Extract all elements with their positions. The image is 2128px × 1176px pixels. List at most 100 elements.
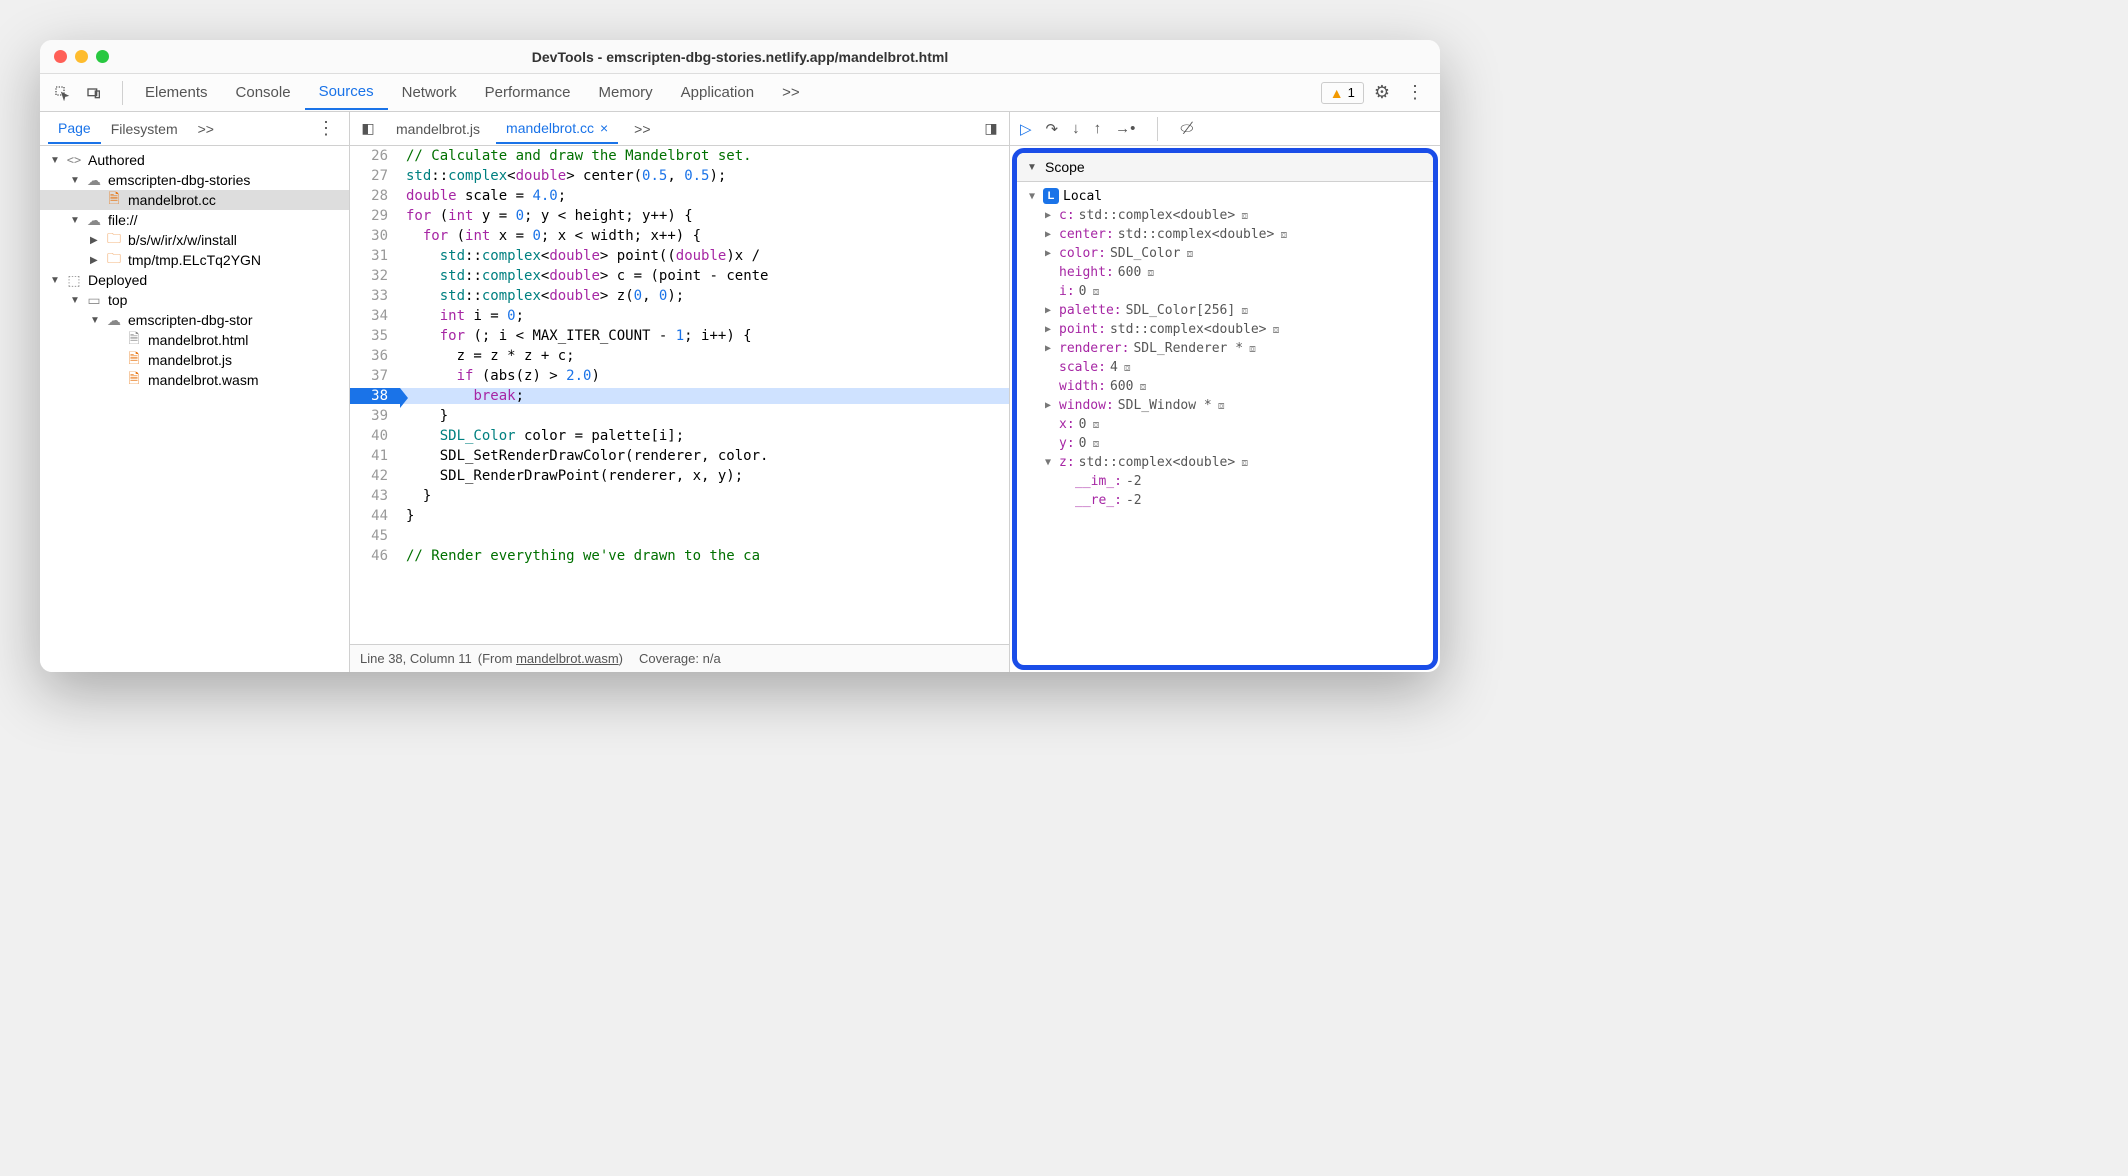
scope-local[interactable]: ▼ L Local xyxy=(1017,186,1433,206)
tab-filesystem[interactable]: Filesystem xyxy=(101,115,188,143)
code-line[interactable]: 44} xyxy=(350,506,1009,526)
scope-variable[interactable]: y: 0⧈ xyxy=(1017,434,1433,453)
expand-icon[interactable]: ▶ xyxy=(1045,248,1055,259)
expand-icon[interactable]: ▶ xyxy=(1045,210,1055,221)
scope-variable[interactable]: ▶center: std::complex<double>⧈ xyxy=(1017,225,1433,244)
line-number[interactable]: 46 xyxy=(350,548,400,564)
memory-icon[interactable]: ⧈ xyxy=(1241,456,1248,470)
source-map-link[interactable]: mandelbrot.wasm xyxy=(516,651,619,666)
memory-icon[interactable]: ⧈ xyxy=(1273,323,1280,337)
code-line[interactable]: 40 SDL_Color color = palette[i]; xyxy=(350,426,1009,446)
line-number[interactable]: 45 xyxy=(350,528,400,544)
tree-top[interactable]: ▼▭top xyxy=(40,290,349,310)
memory-icon[interactable]: ⧈ xyxy=(1218,399,1225,413)
line-number[interactable]: 35 xyxy=(350,328,400,344)
line-number[interactable]: 29 xyxy=(350,208,400,224)
memory-icon[interactable]: ⧈ xyxy=(1249,342,1256,356)
line-number[interactable]: 28 xyxy=(350,188,400,204)
code-line[interactable]: 29for (int y = 0; y < height; y++) { xyxy=(350,206,1009,226)
scope-variable[interactable]: width: 600⧈ xyxy=(1017,377,1433,396)
code-line[interactable]: 38 break; xyxy=(350,386,1009,406)
expand-icon[interactable]: ▶ xyxy=(1045,229,1055,240)
line-number[interactable]: 33 xyxy=(350,288,400,304)
expand-icon[interactable]: ▶ xyxy=(1045,324,1055,335)
tab-sources[interactable]: Sources xyxy=(305,75,388,110)
code-line[interactable]: 30 for (int x = 0; x < width; x++) { xyxy=(350,226,1009,246)
minimize-window-button[interactable] xyxy=(75,50,88,63)
settings-icon[interactable]: ⚙ xyxy=(1374,82,1390,103)
line-number[interactable]: 26 xyxy=(350,148,400,164)
tree-deployed[interactable]: ▼⬚Deployed xyxy=(40,270,349,290)
memory-icon[interactable]: ⧈ xyxy=(1280,228,1287,242)
line-number[interactable]: 41 xyxy=(350,448,400,464)
line-number[interactable]: 40 xyxy=(350,428,400,444)
scope-variable[interactable]: ▶renderer: SDL_Renderer *⧈ xyxy=(1017,339,1433,358)
scope-variable[interactable]: ▶color: SDL_Color⧈ xyxy=(1017,244,1433,263)
navigator-menu-icon[interactable]: ⋮ xyxy=(317,118,335,139)
step-over-icon[interactable]: ↷ xyxy=(1046,120,1059,138)
memory-icon[interactable]: ⧈ xyxy=(1186,247,1193,261)
scope-variable[interactable]: ▶point: std::complex<double>⧈ xyxy=(1017,320,1433,339)
line-number[interactable]: 32 xyxy=(350,268,400,284)
close-window-button[interactable] xyxy=(54,50,67,63)
tab-application[interactable]: Application xyxy=(667,76,768,109)
scope-variable[interactable]: x: 0⧈ xyxy=(1017,415,1433,434)
line-number[interactable]: 31 xyxy=(350,248,400,264)
tab-console[interactable]: Console xyxy=(222,76,305,109)
tree-file-wasm[interactable]: 🗎mandelbrot.wasm xyxy=(40,370,349,390)
tab-elements[interactable]: Elements xyxy=(131,76,222,109)
tabs-overflow-button[interactable]: >> xyxy=(768,76,814,109)
code-line[interactable]: 28double scale = 4.0; xyxy=(350,186,1009,206)
memory-icon[interactable]: ⧈ xyxy=(1241,304,1248,318)
expand-icon[interactable]: ▶ xyxy=(1045,305,1055,316)
memory-icon[interactable]: ⧈ xyxy=(1092,437,1099,451)
tree-deploy-domain[interactable]: ▼☁emscripten-dbg-stor xyxy=(40,310,349,330)
code-line[interactable]: 37 if (abs(z) > 2.0) xyxy=(350,366,1009,386)
line-number[interactable]: 38 xyxy=(350,388,400,404)
toggle-debugger-icon[interactable]: ◨ xyxy=(979,120,1003,137)
tab-network[interactable]: Network xyxy=(388,76,471,109)
deactivate-breakpoints-icon[interactable]: ⬭̸ xyxy=(1180,120,1193,137)
line-number[interactable]: 30 xyxy=(350,228,400,244)
step-into-icon[interactable]: ↓ xyxy=(1072,120,1080,137)
tree-file-js[interactable]: 🗎mandelbrot.js xyxy=(40,350,349,370)
scope-variable[interactable]: i: 0⧈ xyxy=(1017,282,1433,301)
code-line[interactable]: 39 } xyxy=(350,406,1009,426)
resume-icon[interactable]: ▷ xyxy=(1020,120,1032,138)
tab-page[interactable]: Page xyxy=(48,114,101,144)
expand-icon[interactable]: ▶ xyxy=(1045,343,1055,354)
step-icon[interactable]: →• xyxy=(1115,120,1135,137)
navigator-overflow[interactable]: >> xyxy=(188,115,224,143)
menu-icon[interactable]: ⋮ xyxy=(1406,82,1424,103)
scope-header[interactable]: ▼Scope xyxy=(1017,153,1433,182)
line-number[interactable]: 37 xyxy=(350,368,400,384)
tree-folder-install[interactable]: ▶🗀b/s/w/ir/x/w/install xyxy=(40,230,349,250)
scope-variable[interactable]: ▼z: std::complex<double>⧈ xyxy=(1017,453,1433,472)
scope-variable[interactable]: ▶window: SDL_Window *⧈ xyxy=(1017,396,1433,415)
scope-variable[interactable]: ▶c: std::complex<double>⧈ xyxy=(1017,206,1433,225)
memory-icon[interactable]: ⧈ xyxy=(1092,285,1099,299)
tree-authored[interactable]: ▼<>Authored xyxy=(40,150,349,170)
code-line[interactable]: 32 std::complex<double> c = (point - cen… xyxy=(350,266,1009,286)
line-number[interactable]: 42 xyxy=(350,468,400,484)
editor-tab-cc[interactable]: mandelbrot.cc× xyxy=(496,114,618,144)
memory-icon[interactable]: ⧈ xyxy=(1092,418,1099,432)
scope-variable[interactable]: height: 600⧈ xyxy=(1017,263,1433,282)
scope-variable[interactable]: scale: 4⧈ xyxy=(1017,358,1433,377)
line-number[interactable]: 43 xyxy=(350,488,400,504)
code-line[interactable]: 31 std::complex<double> point((double)x … xyxy=(350,246,1009,266)
code-line[interactable]: 41 SDL_SetRenderDrawColor(renderer, colo… xyxy=(350,446,1009,466)
device-toolbar-icon[interactable] xyxy=(82,81,106,105)
line-number[interactable]: 34 xyxy=(350,308,400,324)
editor-tabs-overflow[interactable]: >> xyxy=(624,115,660,143)
line-number[interactable]: 27 xyxy=(350,168,400,184)
code-line[interactable]: 27std::complex<double> center(0.5, 0.5); xyxy=(350,166,1009,186)
scope-variable[interactable]: __re_: -2 xyxy=(1017,491,1433,510)
memory-icon[interactable]: ⧈ xyxy=(1241,209,1248,223)
expand-icon[interactable]: ▶ xyxy=(1045,400,1055,411)
step-out-icon[interactable]: ↑ xyxy=(1094,120,1102,137)
tree-authored-domain[interactable]: ▼☁emscripten-dbg-stories xyxy=(40,170,349,190)
memory-icon[interactable]: ⧈ xyxy=(1139,380,1146,394)
code-line[interactable]: 36 z = z * z + c; xyxy=(350,346,1009,366)
expand-icon[interactable]: ▼ xyxy=(1045,457,1055,468)
